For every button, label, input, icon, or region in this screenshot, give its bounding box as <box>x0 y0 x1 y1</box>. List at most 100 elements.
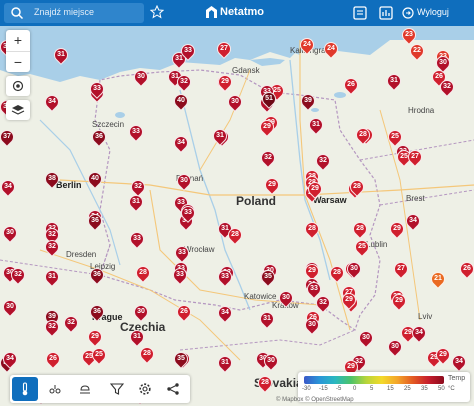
station-marker[interactable]: 40 <box>171 91 191 112</box>
station-marker[interactable]: 31 <box>306 115 326 136</box>
station-marker[interactable]: 21 <box>428 269 448 290</box>
station-marker[interactable]: 30 <box>433 53 453 74</box>
station-marker[interactable]: 25 <box>352 237 372 258</box>
list-icon[interactable] <box>352 5 368 21</box>
station-marker[interactable]: 31 <box>127 327 147 348</box>
station-marker[interactable]: 38 <box>42 169 62 190</box>
station-marker[interactable]: 22 <box>407 41 427 62</box>
station-marker[interactable]: 34 <box>409 323 429 344</box>
station-marker[interactable]: 34 <box>171 133 191 154</box>
station-marker[interactable]: 34 <box>42 92 62 113</box>
station-marker[interactable]: 28 <box>255 373 275 394</box>
station-marker[interactable]: 37 <box>0 127 17 148</box>
station-marker[interactable]: 30 <box>131 67 151 88</box>
logout-button[interactable]: Wyloguj <box>402 6 449 24</box>
station-marker[interactable]: 29 <box>433 345 453 366</box>
search-box[interactable]: Znajdź miejsce <box>4 3 144 23</box>
locate-button[interactable] <box>6 76 30 96</box>
station-marker[interactable]: 36 <box>87 302 107 323</box>
station-marker[interactable]: 25 <box>89 345 109 366</box>
station-marker[interactable]: 30 <box>344 259 364 280</box>
station-marker[interactable]: 26 <box>457 259 474 280</box>
station-marker[interactable]: 33 <box>215 267 235 288</box>
favorite-star-icon[interactable] <box>150 5 164 19</box>
station-marker[interactable]: 29 <box>262 175 282 196</box>
station-marker[interactable]: 40 <box>85 169 105 190</box>
station-marker[interactable]: 29 <box>215 72 235 93</box>
station-marker[interactable]: 29 <box>387 219 407 240</box>
station-marker[interactable]: 26 <box>174 302 194 323</box>
station-marker[interactable]: 36 <box>87 265 107 286</box>
station-marker[interactable]: 28 <box>225 225 245 246</box>
settings-button[interactable] <box>132 377 158 401</box>
station-marker[interactable]: 30 <box>302 315 322 336</box>
station-marker[interactable]: 32 <box>437 77 457 98</box>
station-marker[interactable]: 51 <box>259 89 279 110</box>
rain-button[interactable] <box>72 377 98 401</box>
station-marker[interactable]: 30 <box>0 223 20 244</box>
station-marker[interactable]: 29 <box>305 179 325 200</box>
station-marker[interactable]: 31 <box>215 353 235 374</box>
station-marker[interactable]: 29 <box>257 117 277 138</box>
zoom-in-button[interactable]: + <box>6 30 30 51</box>
station-marker[interactable]: 32 <box>258 148 278 169</box>
station-marker[interactable]: 28 <box>347 177 367 198</box>
station-marker[interactable]: 34 <box>215 303 235 324</box>
station-marker[interactable]: 35 <box>171 349 191 370</box>
station-marker[interactable]: 32 <box>174 72 194 93</box>
station-marker[interactable]: 28 <box>327 263 347 284</box>
station-marker[interactable]: 31 <box>257 309 277 330</box>
station-marker[interactable]: 27 <box>405 147 425 168</box>
station-marker[interactable]: 32 <box>42 237 62 258</box>
temperature-button[interactable] <box>12 377 38 401</box>
station-marker[interactable]: 28 <box>302 219 322 240</box>
station-marker[interactable]: 34 <box>0 349 20 370</box>
station-marker[interactable]: 33 <box>178 203 198 224</box>
station-marker[interactable]: 31 <box>384 71 404 92</box>
station-marker[interactable]: 24 <box>321 39 341 60</box>
station-marker[interactable]: 31 <box>51 45 71 66</box>
station-marker[interactable]: 34 <box>449 352 469 373</box>
dashboard-icon[interactable] <box>378 5 394 21</box>
station-marker[interactable]: 36 <box>85 211 105 232</box>
station-marker[interactable]: 33 <box>126 122 146 143</box>
filter-button[interactable] <box>104 377 130 401</box>
map-canvas[interactable]: GdanskKaliningradSzczecinBerlinPoznańWar… <box>0 0 474 406</box>
station-marker[interactable]: 34 <box>0 177 18 198</box>
station-marker[interactable]: 30 <box>225 92 245 113</box>
station-marker[interactable]: 30 <box>131 302 151 323</box>
station-marker[interactable]: 33 <box>87 79 107 100</box>
station-marker[interactable]: 39 <box>298 91 318 112</box>
station-marker[interactable]: 28 <box>350 219 370 240</box>
station-marker[interactable]: 32 <box>61 313 81 334</box>
station-marker[interactable]: 35 <box>258 267 278 288</box>
station-marker[interactable]: 32 <box>313 151 333 172</box>
station-marker[interactable]: 30 <box>261 351 281 372</box>
share-button[interactable] <box>160 377 186 401</box>
station-marker[interactable]: 31 <box>210 126 230 147</box>
station-marker[interactable]: 28 <box>133 263 153 284</box>
station-marker[interactable]: 30 <box>174 171 194 192</box>
station-marker[interactable]: 26 <box>341 75 361 96</box>
station-marker[interactable]: 33 <box>178 41 198 62</box>
station-marker[interactable]: 26 <box>43 349 63 370</box>
station-marker[interactable]: 27 <box>391 259 411 280</box>
station-marker[interactable]: 36 <box>89 127 109 148</box>
layers-button[interactable] <box>6 100 30 120</box>
zoom-out-button[interactable]: − <box>6 51 30 72</box>
station-marker[interactable]: 29 <box>339 290 359 311</box>
station-marker[interactable]: 30 <box>385 337 405 358</box>
station-marker[interactable]: 29 <box>85 327 105 348</box>
station-marker[interactable]: 28 <box>353 125 373 146</box>
station-marker[interactable]: 30 <box>0 297 20 318</box>
station-marker[interactable]: 33 <box>127 229 147 250</box>
wind-button[interactable] <box>42 377 68 401</box>
station-marker[interactable]: 28 <box>137 344 157 365</box>
station-marker[interactable]: 32 <box>42 317 62 338</box>
station-marker[interactable]: 30 <box>276 288 296 309</box>
station-marker[interactable]: 30 <box>356 328 376 349</box>
station-marker[interactable]: 34 <box>403 211 423 232</box>
station-marker[interactable]: 31 <box>126 192 146 213</box>
station-marker[interactable]: 29 <box>389 291 409 312</box>
station-marker[interactable]: 24 <box>297 35 317 56</box>
